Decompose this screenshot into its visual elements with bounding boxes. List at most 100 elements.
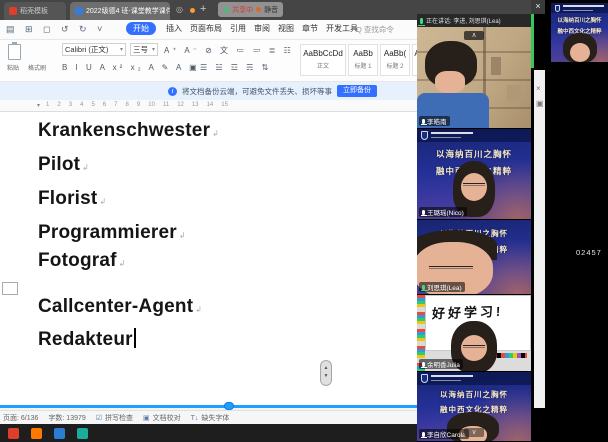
sidebar-box-icon[interactable]: ▣ xyxy=(536,99,544,108)
vertical-scrollbar-strip[interactable] xyxy=(534,70,545,408)
quick-access-icons[interactable]: ▤ ⊞ ◻ ↺ ↻ ˅ xyxy=(6,24,106,35)
ruler-number: 11 xyxy=(163,102,169,108)
video-tile-participant-1[interactable]: ∧ 李皓南 xyxy=(417,27,531,129)
ribbon-tab-section[interactable]: 章节 xyxy=(302,23,318,34)
paste-label[interactable]: 粘贴 xyxy=(7,63,19,72)
tab-active-document[interactable]: 2022级德4 班-课堂教学课件 xyxy=(70,2,170,20)
close-sidebar-icon[interactable]: × xyxy=(536,84,541,93)
taskbar-app-teal[interactable] xyxy=(77,428,88,439)
doc-line[interactable]: Fotograf↲ xyxy=(38,250,126,272)
style-heading2[interactable]: AaBb( 标题 2 xyxy=(380,44,410,76)
share-border-highlight xyxy=(531,14,534,68)
tab-docer-templates[interactable]: 稻壳模板 xyxy=(4,2,66,20)
doc-proof-button[interactable]: ▣ 文档校对 xyxy=(143,413,181,423)
taskbar-app-blue[interactable] xyxy=(54,428,65,439)
speaking-mic-icon xyxy=(420,18,423,24)
participant-face xyxy=(461,173,487,201)
style-normal[interactable]: AaBbCcDd 正文 xyxy=(300,44,346,76)
caret-icon: ▾ xyxy=(120,46,123,53)
doc-line[interactable]: Florist↲ xyxy=(38,188,106,210)
close-icon[interactable]: × xyxy=(531,0,545,14)
font-tools-row2[interactable]: B I U A x² x₂ A ✎ A ▣ xyxy=(62,63,200,72)
name-badge: 王璐瑶(Nico) xyxy=(419,207,467,217)
participant-name: 王璐瑶(Nico) xyxy=(427,207,464,217)
tab-label: 稻壳模板 xyxy=(20,6,48,16)
paragraph-mark-icon: ↲ xyxy=(195,305,202,314)
docer-icon xyxy=(9,7,17,15)
scrollbar-thumb[interactable] xyxy=(224,402,234,410)
doc-line[interactable]: Callcenter-Agent↲ xyxy=(38,296,202,318)
caret-icon: ▾ xyxy=(152,46,155,53)
paste-icon[interactable] xyxy=(8,44,21,60)
doc-word: Pilot xyxy=(38,154,80,175)
ruler-number: 4 xyxy=(80,102,83,108)
video-tile-participant-4[interactable]: 好好学习! 余明香Julia xyxy=(417,295,531,372)
missing-font-button[interactable]: T↓ 缺失字体 xyxy=(191,413,230,423)
floating-video-thumbnail[interactable]: 以海纳百川之胸怀 融中西文化之精粹 xyxy=(551,3,608,62)
format-painter-button[interactable]: 格式刷 xyxy=(28,63,46,72)
ribbon-tab-home[interactable]: 开始 xyxy=(126,22,156,35)
school-emblem-icon xyxy=(421,374,428,383)
mic-active-icon xyxy=(422,285,425,290)
mic-icon xyxy=(422,210,425,215)
meeting-floating-bar[interactable]: ◉ 共享中 静音 xyxy=(218,2,283,17)
taskbar-app-red[interactable] xyxy=(8,428,19,439)
ribbon-tab-page-layout[interactable]: 页面布局 xyxy=(190,23,222,34)
style-preview: AaBb( xyxy=(381,49,409,58)
font-size-value: 三号 xyxy=(133,44,148,55)
school-banner-text xyxy=(563,5,604,12)
proof-icon: ▣ xyxy=(143,415,150,422)
check-icon: ☑ xyxy=(96,415,102,422)
ribbon-tab-references[interactable]: 引用 xyxy=(230,23,246,34)
doc-icon xyxy=(75,7,83,15)
expand-more-button[interactable]: ∨ xyxy=(464,428,484,437)
video-tile-participant-5[interactable]: 以海纳百川之胸怀 融中西文化之精粹 ∨ 李自欣Carola xyxy=(417,372,531,442)
style-label: 正文 xyxy=(301,61,345,70)
command-search[interactable]: Q 查找命令 xyxy=(356,24,394,35)
name-badge: 李自欣Carola xyxy=(419,429,469,439)
eye-protect-icon[interactable]: ◎ xyxy=(176,5,183,14)
paragraph-mark-icon: ↲ xyxy=(212,129,219,138)
indent-marker[interactable]: ▾ xyxy=(37,102,40,109)
ruler-number: 6 xyxy=(103,102,106,108)
style-heading1[interactable]: AaBb 标题 1 xyxy=(348,44,378,76)
font-name-select[interactable]: Calibri (正文) ▾ xyxy=(62,43,126,56)
new-tab-button[interactable]: + xyxy=(200,3,206,15)
doc-line[interactable]: Programmierer↲ xyxy=(38,222,186,244)
doc-line[interactable]: Pilot↲ xyxy=(38,154,89,176)
horizontal-scrollbar[interactable] xyxy=(0,405,417,408)
spell-check-toggle[interactable]: ☑ 拼写检查 xyxy=(96,413,133,423)
taskbar-app-orange[interactable] xyxy=(31,428,42,439)
ribbon-tab-review[interactable]: 审阅 xyxy=(254,23,270,34)
spell-label: 拼写检查 xyxy=(105,415,133,422)
ruler-number: 14 xyxy=(207,102,214,108)
collapse-panel-button[interactable]: ∧ xyxy=(464,31,484,40)
meeting-participants-panel: 正在讲话: 李进, 刘思琪(Lea) ∧ 李皓南 以海纳百川之胸怀 融中西文化之… xyxy=(417,14,531,442)
school-banner xyxy=(551,3,608,13)
font-tools-row1[interactable]: A⁺ A⁻ ⊘ 文 ≔ ≕ ≣ ☷ xyxy=(164,45,294,56)
tab-label: 2022级德4 班-课堂教学课件 xyxy=(86,6,170,16)
doc-line[interactable]: Redakteur xyxy=(38,328,136,351)
mute-label: 静音 xyxy=(264,5,278,15)
doc-word: Callcenter-Agent xyxy=(38,296,193,317)
timer-text: 02457 xyxy=(576,248,602,257)
font-size-select[interactable]: 三号 ▾ xyxy=(130,43,158,56)
name-badge: 李皓南 xyxy=(419,116,450,126)
ribbon-tab-view[interactable]: 视图 xyxy=(278,23,294,34)
video-tile-participant-3[interactable]: 以海纳百川之胸怀 融中西文化之精粹 刘思琪(Lea) xyxy=(417,220,531,295)
mic-icon xyxy=(422,119,425,124)
backup-now-button[interactable]: 立即备份 xyxy=(337,85,377,97)
paragraph-align-tools[interactable]: ☰ ☱ ☲ ☴ ⇅ xyxy=(200,63,271,72)
word-count[interactable]: 字数: 13979 xyxy=(48,413,85,423)
video-tile-participant-2[interactable]: 以海纳百川之胸怀 融中西文化之精粹 王璐瑶(Nico) xyxy=(417,129,531,220)
font-name-value: Calibri (正文) xyxy=(65,44,108,55)
shelf-book xyxy=(491,57,501,75)
style-label: 标题 1 xyxy=(349,61,377,70)
ribbon-tab-dev-tools[interactable]: 开发工具 xyxy=(326,23,358,34)
missing-font-label: 缺失字体 xyxy=(201,415,229,422)
doc-word: Programmierer xyxy=(38,222,177,243)
ribbon-tab-insert[interactable]: 插入 xyxy=(166,23,182,34)
ruler-number: 12 xyxy=(177,102,184,108)
style-preview: AaBb xyxy=(349,49,377,58)
doc-line[interactable]: Krankenschwester↲ xyxy=(38,120,219,142)
